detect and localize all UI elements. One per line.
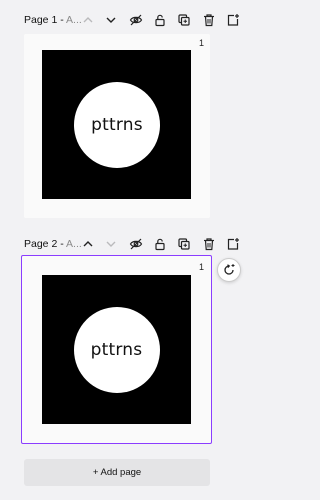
add-page-icon[interactable] — [224, 235, 242, 253]
page-2-header: Page 2 - A... — [0, 232, 251, 256]
page-1-number: 1 — [198, 38, 204, 48]
chevron-down-icon[interactable] — [102, 235, 120, 253]
page-2-title-text: Page 2 - — [24, 238, 67, 250]
lock-icon[interactable] — [151, 235, 169, 253]
page-2-thumbnail[interactable]: 1 pttrns — [21, 255, 212, 444]
refresh-sparkle-button[interactable] — [217, 258, 241, 282]
refresh-sparkle-icon — [222, 263, 236, 277]
eye-slash-icon[interactable] — [127, 11, 145, 29]
eye-slash-icon[interactable] — [127, 235, 145, 253]
page-1-title[interactable]: Page 1 - A... — [24, 14, 82, 26]
chevron-down-icon[interactable] — [102, 11, 120, 29]
page-2-logo-text: pttrns — [90, 339, 143, 360]
add-page-button[interactable]: + Add page — [24, 459, 210, 486]
duplicate-icon[interactable] — [175, 235, 193, 253]
page-1-header: Page 1 - A... — [0, 8, 251, 32]
page-1-logo-circle: pttrns — [74, 82, 160, 168]
page-1-design: pttrns — [42, 50, 191, 199]
chevron-up-icon[interactable] — [79, 11, 97, 29]
page-2-design: pttrns — [41, 274, 191, 424]
page-1-title-text: Page 1 - — [24, 14, 67, 26]
page-2-logo-circle: pttrns — [73, 306, 160, 393]
page-1-thumbnail[interactable]: 1 pttrns — [24, 34, 210, 218]
page-2-number: 1 — [198, 262, 204, 272]
trash-icon[interactable] — [200, 235, 218, 253]
page-2-title[interactable]: Page 2 - A... — [24, 238, 82, 250]
lock-icon[interactable] — [151, 11, 169, 29]
add-page-icon[interactable] — [224, 11, 242, 29]
page-1-logo-text: pttrns — [91, 115, 143, 135]
chevron-up-icon[interactable] — [79, 235, 97, 253]
trash-icon[interactable] — [200, 11, 218, 29]
duplicate-icon[interactable] — [175, 11, 193, 29]
